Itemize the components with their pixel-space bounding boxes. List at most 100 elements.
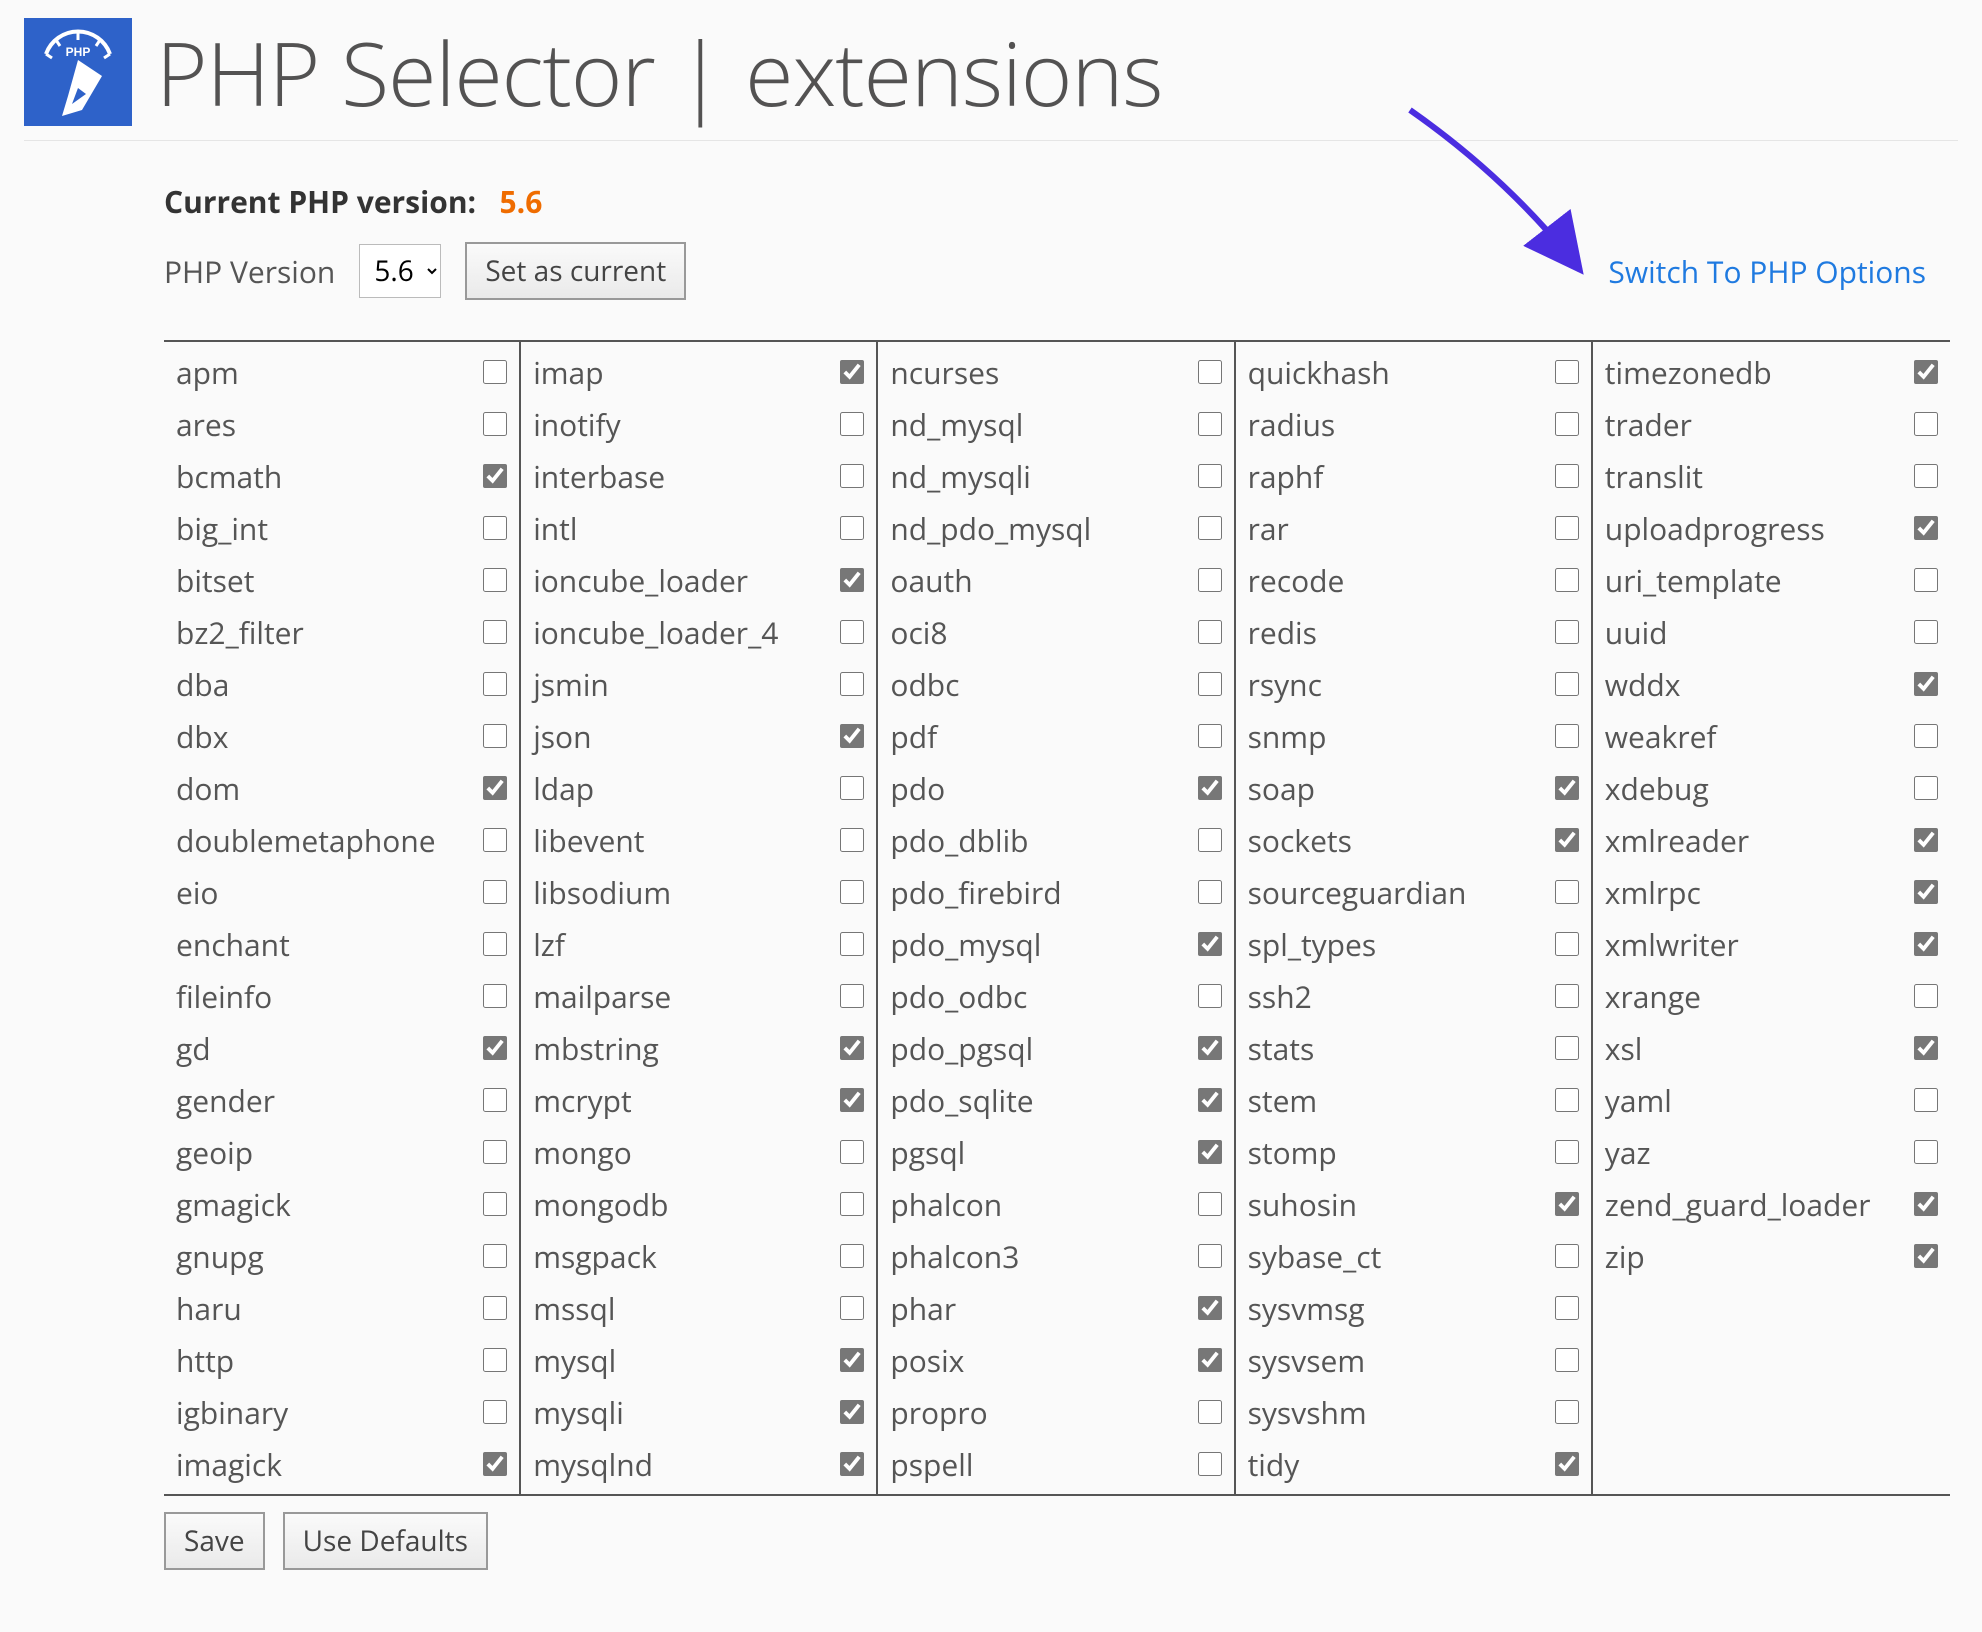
extension-checkbox[interactable] [1914,672,1938,696]
extension-checkbox[interactable] [840,1036,864,1060]
extension-checkbox[interactable] [1914,464,1938,488]
extension-checkbox[interactable] [483,932,507,956]
extension-checkbox[interactable] [1914,880,1938,904]
extension-checkbox[interactable] [1555,1452,1579,1476]
extension-checkbox[interactable] [840,828,864,852]
extension-checkbox[interactable] [1555,1244,1579,1268]
extension-checkbox[interactable] [1198,516,1222,540]
extension-checkbox[interactable] [1198,464,1222,488]
extension-checkbox[interactable] [1198,412,1222,436]
extension-checkbox[interactable] [1198,1244,1222,1268]
extension-checkbox[interactable] [1555,932,1579,956]
extension-checkbox[interactable] [1198,828,1222,852]
extension-checkbox[interactable] [1914,828,1938,852]
extension-checkbox[interactable] [1198,724,1222,748]
extension-checkbox[interactable] [1555,1348,1579,1372]
extension-checkbox[interactable] [1555,568,1579,592]
extension-checkbox[interactable] [840,880,864,904]
extension-checkbox[interactable] [840,1088,864,1112]
extension-checkbox[interactable] [1555,1036,1579,1060]
extension-checkbox[interactable] [483,412,507,436]
extension-checkbox[interactable] [1198,672,1222,696]
extension-checkbox[interactable] [1198,1400,1222,1424]
extension-checkbox[interactable] [1555,412,1579,436]
extension-checkbox[interactable] [840,516,864,540]
extension-checkbox[interactable] [840,776,864,800]
extension-checkbox[interactable] [1198,1088,1222,1112]
extension-checkbox[interactable] [1555,620,1579,644]
extension-checkbox[interactable] [840,1296,864,1320]
extension-checkbox[interactable] [483,1296,507,1320]
extension-checkbox[interactable] [483,1036,507,1060]
extension-checkbox[interactable] [1555,1192,1579,1216]
extension-checkbox[interactable] [1198,1348,1222,1372]
extension-checkbox[interactable] [1198,932,1222,956]
save-button[interactable]: Save [164,1512,265,1570]
extension-checkbox[interactable] [1555,672,1579,696]
extension-checkbox[interactable] [840,620,864,644]
extension-checkbox[interactable] [1555,1140,1579,1164]
extension-checkbox[interactable] [1555,828,1579,852]
extension-checkbox[interactable] [840,932,864,956]
extension-checkbox[interactable] [1914,516,1938,540]
extension-checkbox[interactable] [1914,1244,1938,1268]
extension-checkbox[interactable] [483,1452,507,1476]
extension-checkbox[interactable] [1914,984,1938,1008]
extension-checkbox[interactable] [840,360,864,384]
extension-checkbox[interactable] [483,568,507,592]
extension-checkbox[interactable] [483,880,507,904]
extension-checkbox[interactable] [840,1192,864,1216]
extension-checkbox[interactable] [1198,1452,1222,1476]
extension-checkbox[interactable] [1555,880,1579,904]
extension-checkbox[interactable] [1914,1192,1938,1216]
extension-checkbox[interactable] [1914,360,1938,384]
extension-checkbox[interactable] [1555,984,1579,1008]
extension-checkbox[interactable] [483,1192,507,1216]
extension-checkbox[interactable] [1555,1088,1579,1112]
extension-checkbox[interactable] [1198,568,1222,592]
extension-checkbox[interactable] [483,828,507,852]
extension-checkbox[interactable] [1914,932,1938,956]
set-as-current-button[interactable]: Set as current [465,242,686,300]
extension-checkbox[interactable] [840,1400,864,1424]
extension-checkbox[interactable] [840,984,864,1008]
extension-checkbox[interactable] [483,1244,507,1268]
extension-checkbox[interactable] [840,724,864,748]
extension-checkbox[interactable] [1198,984,1222,1008]
extension-checkbox[interactable] [840,412,864,436]
use-defaults-button[interactable]: Use Defaults [283,1512,488,1570]
extension-checkbox[interactable] [1914,1088,1938,1112]
extension-checkbox[interactable] [840,672,864,696]
extension-checkbox[interactable] [1555,1296,1579,1320]
extension-checkbox[interactable] [1555,464,1579,488]
extension-checkbox[interactable] [1198,620,1222,644]
extension-checkbox[interactable] [483,1400,507,1424]
extension-checkbox[interactable] [1914,412,1938,436]
extension-checkbox[interactable] [1198,1296,1222,1320]
extension-checkbox[interactable] [1914,724,1938,748]
extension-checkbox[interactable] [483,776,507,800]
extension-checkbox[interactable] [840,464,864,488]
extension-checkbox[interactable] [1555,1400,1579,1424]
extension-checkbox[interactable] [483,724,507,748]
extension-checkbox[interactable] [840,1348,864,1372]
extension-checkbox[interactable] [1198,1140,1222,1164]
extension-checkbox[interactable] [1555,360,1579,384]
extension-checkbox[interactable] [840,1140,864,1164]
extension-checkbox[interactable] [1914,620,1938,644]
extension-checkbox[interactable] [1555,776,1579,800]
extension-checkbox[interactable] [1198,1036,1222,1060]
extension-checkbox[interactable] [840,568,864,592]
switch-to-php-options-link[interactable]: Switch To PHP Options [1608,251,1950,292]
extension-checkbox[interactable] [483,620,507,644]
extension-checkbox[interactable] [1198,880,1222,904]
extension-checkbox[interactable] [1198,360,1222,384]
extension-checkbox[interactable] [483,360,507,384]
extension-checkbox[interactable] [1555,724,1579,748]
extension-checkbox[interactable] [840,1452,864,1476]
extension-checkbox[interactable] [1555,516,1579,540]
extension-checkbox[interactable] [1198,1192,1222,1216]
extension-checkbox[interactable] [483,984,507,1008]
extension-checkbox[interactable] [840,1244,864,1268]
extension-checkbox[interactable] [1914,1140,1938,1164]
